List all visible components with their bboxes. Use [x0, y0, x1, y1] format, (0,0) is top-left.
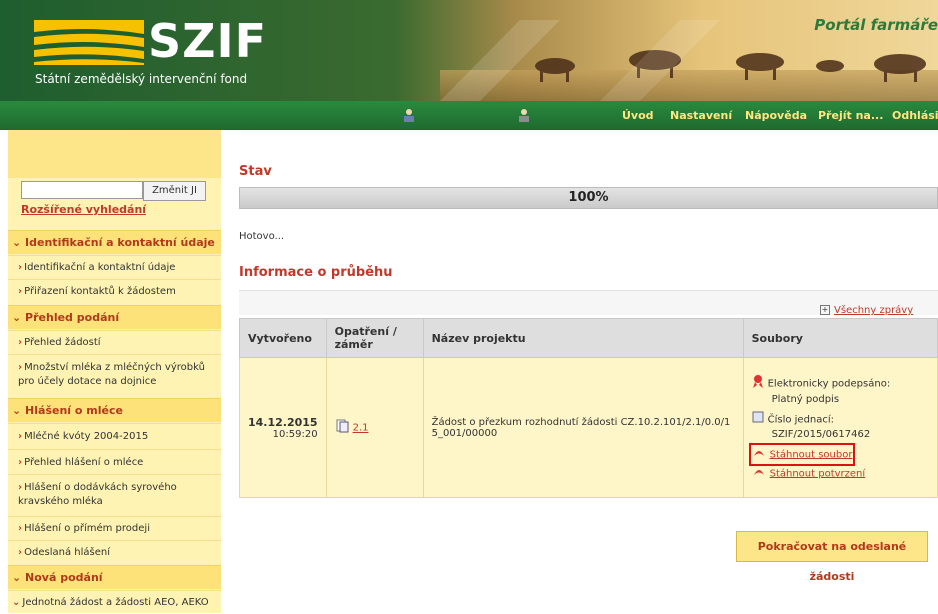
sidebar-item-direct-sale[interactable]: › Hlášení o přímém prodeji — [8, 516, 221, 540]
all-reports-link-wrap: + Všechny zprávy — [820, 305, 913, 316]
chevron-right-icon: › — [18, 523, 23, 534]
sidebar-item-contacts[interactable]: › Přiřazení kontaktů k žádostem — [8, 279, 221, 304]
chevron-down-icon: ⌄ — [12, 404, 26, 417]
sidebar-search-area — [8, 130, 221, 178]
col-files: Soubory — [742, 318, 938, 358]
user-icon[interactable] — [402, 108, 416, 122]
expand-icon[interactable]: + — [820, 305, 830, 315]
search-input[interactable] — [21, 181, 143, 199]
sidebar-item-milk-quotas[interactable]: › Mléčné kvóty 2004-2015 — [8, 423, 221, 449]
download-file-row: Stáhnout soubor — [748, 442, 856, 466]
sidebar-section-identification[interactable]: ⌄ Identifikační a kontaktní údaje — [8, 230, 221, 254]
continue-button[interactable]: Pokračovat na odeslané žádosti — [736, 531, 928, 583]
cell-project: Žádost o přezkum rozhodnutí žádosti CZ.1… — [422, 357, 744, 498]
chevron-right-icon: › — [18, 457, 23, 468]
chevron-down-icon: ⌄ — [12, 597, 21, 608]
chevron-right-icon: › — [18, 482, 23, 493]
sidebar-section-submissions[interactable]: ⌄ Přehled podání — [8, 305, 221, 329]
measure-link[interactable]: 2.1 — [353, 423, 369, 434]
sidebar-item-applications[interactable]: › Přehled žádostí — [8, 330, 221, 354]
chevron-right-icon: › — [18, 362, 23, 373]
pdf-icon — [752, 446, 766, 463]
chevron-right-icon: › — [18, 286, 23, 297]
chevron-down-icon: ⌄ — [12, 236, 26, 249]
download-confirm-row: Stáhnout potvrzení — [752, 465, 866, 482]
logo-subtitle: Státní zemědělský intervenční fond — [35, 72, 248, 86]
nav-napoveda[interactable]: Nápověda — [745, 109, 807, 122]
created-date: 14.12.2015 — [248, 415, 318, 429]
header-banner: SZIF Státní zemědělský intervenční fond … — [0, 0, 938, 101]
document-icon — [335, 419, 349, 436]
file-icon — [752, 411, 764, 428]
ribbon-icon — [752, 374, 764, 393]
sidebar-item-raw-milk[interactable]: › Hlášení o dodávkách syrového kravského … — [8, 474, 221, 516]
nav-uvod[interactable]: Úvod — [622, 109, 654, 122]
sidebar-item-sent-reports[interactable]: › Odeslaná hlášení — [8, 540, 221, 564]
sidebar-item-milk-overview[interactable]: › Přehled hlášení o mléce — [8, 449, 221, 474]
progress-text: 100% — [568, 190, 609, 205]
sidebar-section-new-submissions[interactable]: ⌄ Nová podání — [8, 565, 221, 589]
cell-files: Elektronicky podepsáno: Platný podpis Čí… — [742, 357, 938, 498]
all-reports-link[interactable]: Všechny zprávy — [834, 305, 913, 316]
szif-logo-icon — [34, 20, 144, 65]
done-text: Hotovo... — [239, 231, 285, 242]
change-ji-button[interactable]: Změnit JI — [143, 181, 206, 201]
signed-info: Elektronicky podepsáno: Platný podpis — [752, 374, 929, 407]
nav-odhlasit[interactable]: Odhlásit — [892, 109, 938, 122]
advanced-search-link[interactable]: Rozšířené vyhledání — [21, 203, 146, 216]
top-navbar: Úvod Nastavení Nápověda Přejít na... Odh… — [0, 101, 938, 130]
project-name: Žádost o přezkum rozhodnutí žádosti CZ.1… — [431, 416, 731, 439]
nav-prejit-na[interactable]: Přejít na... — [818, 109, 883, 122]
portal-title: Portál farmáře — [814, 16, 938, 34]
cell-created: 14.12.2015 10:59:20 — [239, 357, 327, 498]
sidebar-item-milk-quantity[interactable]: › Množství mléka z mléčných výrobků pro ú… — [8, 354, 221, 398]
status-heading: Stav — [239, 164, 272, 179]
progress-table: Vytvořeno Opatření / záměr Název projekt… — [239, 318, 938, 498]
chevron-down-icon: ⌄ — [12, 571, 26, 584]
created-time: 10:59:20 — [272, 428, 318, 440]
table-row: 14.12.2015 10:59:20 2.1 Žádost o přezkum… — [239, 357, 938, 498]
reference-info: Číslo jednací: SZIF/2015/0617462 — [752, 411, 929, 442]
progress-bar: 100% — [239, 187, 938, 209]
col-project: Název projektu — [422, 318, 744, 358]
logo-text: SZIF — [148, 14, 268, 68]
sidebar-item-identification[interactable]: › Identifikační a kontaktní údaje — [8, 255, 221, 279]
chevron-down-icon: ⌄ — [12, 311, 26, 324]
col-created: Vytvořeno — [239, 318, 327, 358]
chevron-right-icon: › — [18, 547, 23, 558]
sidebar-item-single-application[interactable]: ⌄ Jednotná žádost a žádosti AEO, AEKO — [8, 590, 221, 613]
cell-measure: 2.1 — [325, 357, 424, 498]
sidebar-section-milk-reports[interactable]: ⌄ Hlášení o mléce — [8, 398, 221, 422]
nav-nastaveni[interactable]: Nastavení — [670, 109, 732, 122]
chevron-right-icon: › — [18, 431, 23, 442]
chevron-right-icon: › — [18, 337, 23, 348]
user-settings-icon[interactable] — [517, 108, 531, 122]
download-file-link[interactable]: Stáhnout soubor — [770, 449, 853, 460]
pdf-icon — [752, 465, 766, 482]
col-measure: Opatření / záměr — [325, 318, 424, 358]
info-heading: Informace o průběhu — [239, 265, 393, 280]
download-confirmation-link[interactable]: Stáhnout potvrzení — [770, 468, 866, 479]
chevron-right-icon: › — [18, 262, 23, 273]
